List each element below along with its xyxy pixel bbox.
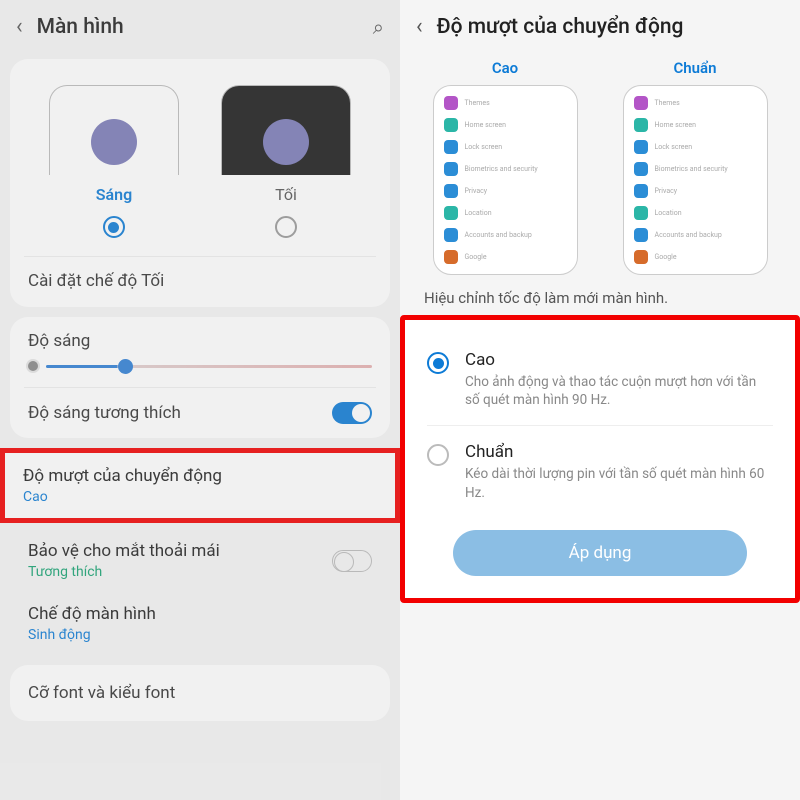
mini-phone-standard: Themes Home screen Lock screen Biometrics a… (623, 85, 768, 275)
theme-dark-option[interactable]: Tối (209, 85, 364, 238)
option-standard[interactable]: Chuẩn Kéo dài thời lượng pin với tần số … (427, 432, 773, 511)
motion-title: Độ mượt của chuyển động (23, 466, 377, 486)
screen-mode-title: Chế độ màn hình (28, 604, 372, 624)
mini-list-item: Location (465, 209, 492, 217)
header: ‹ Màn hình ⌕ (0, 0, 400, 53)
mini-list-item: Themes (465, 99, 490, 107)
mini-list-item: Location (655, 209, 682, 217)
sun-icon (28, 361, 38, 371)
adaptive-brightness-label: Độ sáng tương thích (28, 403, 181, 423)
motion-smoothness-screen: ‹ Độ mượt của chuyển động Cao Themes Home… (400, 0, 800, 800)
apply-button[interactable]: Áp dụng (453, 530, 747, 576)
theme-card: Sáng Tối Cài đặt chế độ Tối (10, 59, 390, 307)
preview-standard: Chuẩn Themes Home screen Lock screen Biomet… (623, 59, 768, 275)
header: ‹ Độ mượt của chuyển động (400, 0, 800, 53)
mini-list-item: Google (465, 253, 487, 261)
divider (427, 425, 773, 426)
font-row[interactable]: Cỡ font và kiểu font (10, 665, 390, 721)
mini-list-item: Themes (655, 99, 680, 107)
brightness-label: Độ sáng (28, 331, 372, 351)
theme-light-option[interactable]: Sáng (37, 85, 192, 238)
phone-preview-light (49, 85, 179, 175)
eye-comfort-title: Bảo vệ cho mắt thoải mái (28, 541, 220, 561)
radio-light[interactable] (103, 216, 125, 238)
mini-list-item: Google (655, 253, 677, 261)
eye-comfort-toggle[interactable] (332, 550, 372, 572)
brightness-card: Độ sáng Độ sáng tương thích (10, 317, 390, 438)
brightness-slider[interactable] (28, 361, 372, 371)
back-icon[interactable]: ‹ (416, 14, 423, 39)
page-title: Độ mượt của chuyển động (437, 15, 784, 39)
mini-list-item: Home screen (655, 121, 696, 129)
theme-light-label: Sáng (96, 185, 132, 204)
preview-standard-label: Chuẩn (674, 59, 717, 77)
description-text: Hiệu chỉnh tốc độ làm mới màn hình. (400, 285, 800, 307)
mini-list-item: Accounts and backup (465, 231, 532, 239)
mini-list-item: Home screen (465, 121, 506, 129)
refresh-rate-panel: Cao Cho ảnh động và thao tác cuộn mượt h… (400, 315, 800, 603)
option-high-desc: Cho ảnh động và thao tác cuộn mượt hơn v… (465, 373, 773, 409)
preview-high: Cao Themes Home screen Lock screen Biometri… (433, 59, 578, 275)
mini-list-item: Privacy (465, 187, 488, 195)
search-icon[interactable]: ⌕ (373, 15, 384, 39)
mini-list-item: Biometrics and security (465, 165, 538, 173)
dark-mode-settings-row[interactable]: Cài đặt chế độ Tối (28, 257, 372, 291)
mini-list-item: Privacy (655, 187, 678, 195)
mini-list-item: Lock screen (465, 143, 503, 151)
mini-phone-high: Themes Home screen Lock screen Biometrics a… (433, 85, 578, 275)
mini-list-item: Lock screen (655, 143, 693, 151)
option-high[interactable]: Cao Cho ảnh động và thao tác cuộn mượt h… (427, 340, 773, 419)
radio-standard[interactable] (427, 444, 449, 466)
radio-high[interactable] (427, 352, 449, 374)
motion-value: Cao (23, 489, 377, 505)
phone-preview-dark (221, 85, 351, 175)
mini-list-item: Biometrics and security (655, 165, 728, 173)
page-title: Màn hình (37, 15, 373, 39)
screen-mode-row[interactable]: Chế độ màn hình Sinh động (10, 592, 390, 655)
theme-dark-label: Tối (275, 185, 297, 204)
option-standard-desc: Kéo dài thời lượng pin với tần số quét m… (465, 465, 773, 501)
radio-dark[interactable] (275, 216, 297, 238)
preview-row: Cao Themes Home screen Lock screen Biometri… (400, 53, 800, 285)
mini-list-item: Accounts and backup (655, 231, 722, 239)
screen-mode-value: Sinh động (28, 627, 372, 643)
display-settings-screen: ‹ Màn hình ⌕ Sáng Tối Cài đặt chế độ Tối… (0, 0, 400, 800)
back-icon[interactable]: ‹ (16, 14, 23, 39)
adaptive-brightness-toggle[interactable] (332, 402, 372, 424)
eye-comfort-value: Tương thích (28, 564, 220, 580)
motion-smoothness-row[interactable]: Độ mượt của chuyển động Cao (0, 448, 400, 523)
option-high-title: Cao (465, 350, 773, 370)
option-standard-title: Chuẩn (465, 442, 773, 462)
preview-high-label: Cao (492, 59, 518, 77)
